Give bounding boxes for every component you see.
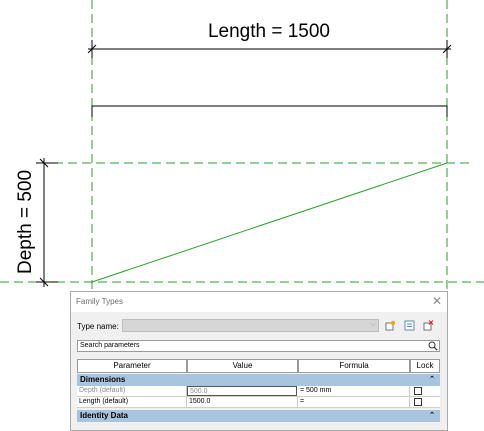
lock-checkbox[interactable] xyxy=(414,387,422,395)
search-placeholder: Search parameters xyxy=(80,342,140,349)
column-header-lock[interactable]: Lock xyxy=(410,359,440,373)
type-name-label: Type name: xyxy=(77,322,119,331)
parameter-name: Length (default) xyxy=(77,397,187,407)
formula-input[interactable]: = xyxy=(298,397,410,407)
value-input[interactable]: 500.0 xyxy=(187,386,297,396)
dialog-title-bar[interactable]: Family Types ✕ xyxy=(71,292,447,312)
search-icon[interactable] xyxy=(428,341,438,351)
depth-dimension-label: Depth = 500 xyxy=(15,170,36,274)
formula-input[interactable]: = 500 mm xyxy=(298,386,410,396)
type-name-select[interactable]: ⌵ xyxy=(122,319,379,332)
length-dimension-label: Length = 1500 xyxy=(208,21,330,42)
length-dimension[interactable]: Length = 1500 xyxy=(87,21,452,58)
diagonal-model-line[interactable] xyxy=(91,162,448,283)
collapse-icon[interactable]: ⌃ xyxy=(429,374,435,386)
group-name: Identity Data xyxy=(80,411,129,420)
collapse-icon[interactable]: ⌃ xyxy=(429,410,435,422)
group-header-dimensions[interactable]: Dimensions ⌃ xyxy=(77,374,440,386)
column-header-formula[interactable]: Formula xyxy=(298,359,410,373)
rename-type-icon[interactable] xyxy=(404,320,415,331)
group-name: Dimensions xyxy=(80,375,126,384)
new-type-icon[interactable] xyxy=(385,320,396,331)
lock-checkbox[interactable] xyxy=(414,398,422,406)
chevron-down-icon: ⌵ xyxy=(369,319,376,328)
table-row[interactable]: Depth (default) 500.0 = 500 mm xyxy=(77,386,440,397)
delete-type-icon[interactable] xyxy=(423,320,434,331)
family-types-dialog: Family Types ✕ Type name: ⌵ Search param… xyxy=(70,291,448,431)
parameter-name: Depth (default) xyxy=(77,386,187,396)
column-header-parameter[interactable]: Parameter xyxy=(77,359,187,373)
depth-dimension[interactable]: Depth = 500 xyxy=(15,158,58,287)
column-header-value[interactable]: Value xyxy=(187,359,298,373)
group-header-identity-data[interactable]: Identity Data ⌃ xyxy=(77,410,440,422)
close-icon[interactable]: ✕ xyxy=(432,294,442,308)
dialog-title: Family Types xyxy=(76,297,123,306)
search-parameters-input[interactable]: Search parameters xyxy=(77,340,440,352)
value-input[interactable]: 1500.0 xyxy=(187,397,298,407)
geometry-edge[interactable] xyxy=(91,105,448,117)
table-row[interactable]: Length (default) 1500.0 = xyxy=(77,397,440,408)
